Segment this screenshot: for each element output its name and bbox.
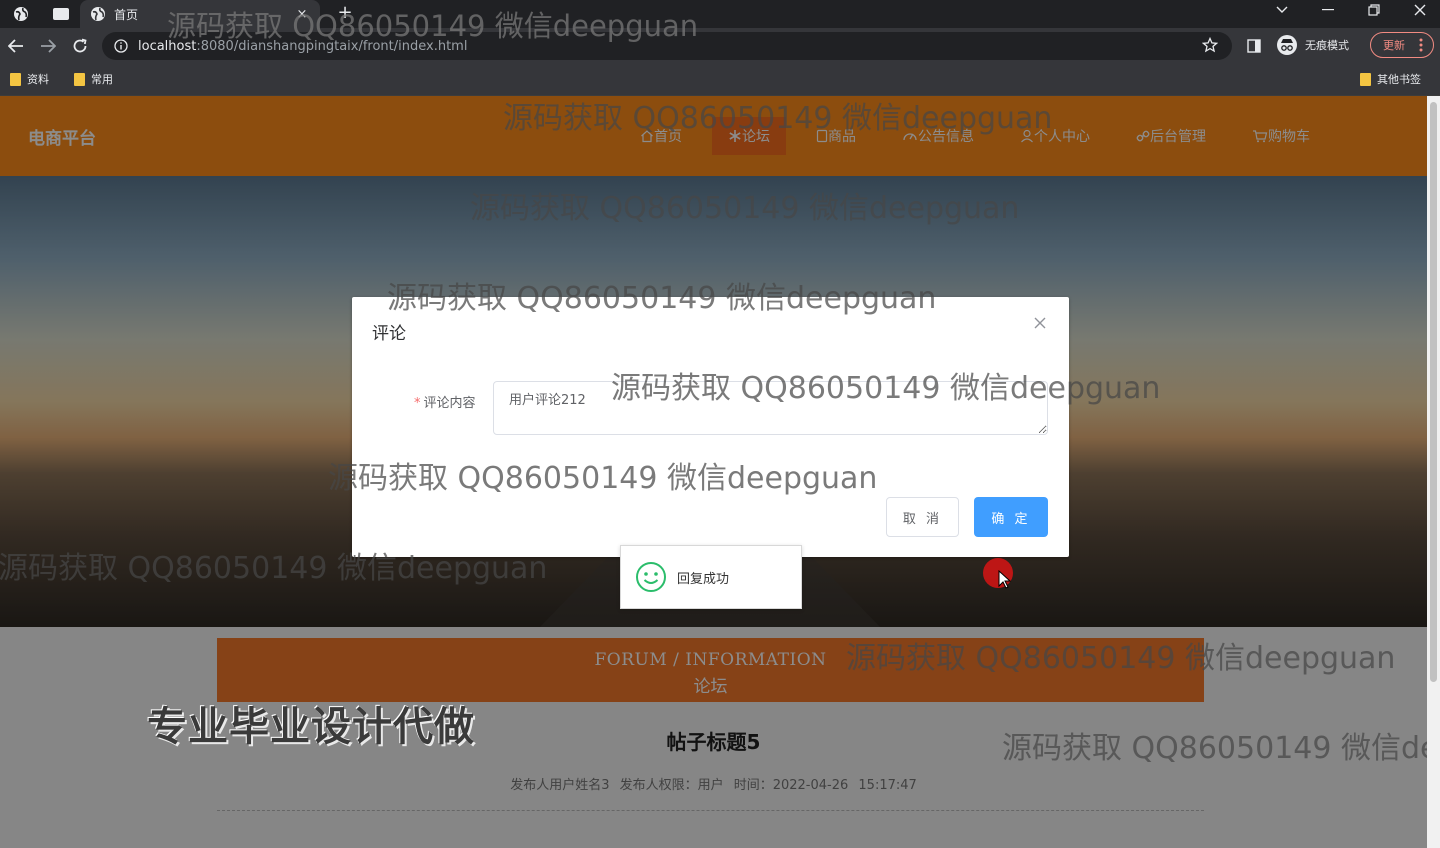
- toast-message: 回复成功: [677, 571, 730, 587]
- bookmark-label: 其他书签: [1377, 73, 1421, 86]
- tab-title: 首页: [114, 7, 139, 22]
- page-scrollbar[interactable]: [1427, 96, 1440, 848]
- bookmark-folder-other[interactable]: 其他书签: [1360, 71, 1421, 87]
- tab-group-icon[interactable]: [50, 3, 72, 25]
- cancel-button[interactable]: 取 消: [886, 497, 959, 537]
- incognito-label: 无痕模式: [1305, 39, 1349, 52]
- tab-home[interactable]: 首页 ×: [80, 0, 320, 28]
- mouse-cursor-icon: [998, 570, 1012, 590]
- incognito-icon: [1276, 34, 1298, 56]
- comment-dialog: 评论 * 评论内容 用户评论212 取 消 确 定: [352, 297, 1069, 557]
- new-tab-button[interactable]: +: [335, 2, 355, 23]
- globe-icon[interactable]: [10, 3, 32, 25]
- comment-label-text: 评论内容: [423, 396, 476, 411]
- update-label: 更新: [1383, 39, 1405, 52]
- bookmark-label: 常用: [91, 73, 113, 86]
- forward-icon[interactable]: [38, 36, 58, 56]
- promo-watermark: 专业毕业设计代做: [147, 704, 475, 750]
- scrollbar-thumb[interactable]: [1430, 102, 1437, 682]
- bookmark-folder-common[interactable]: 常用: [74, 71, 113, 87]
- info-icon[interactable]: [114, 39, 128, 53]
- globe-icon: [90, 6, 106, 22]
- bookmarks-bar: 资料 常用 其他书签: [0, 64, 1440, 96]
- web-page: 电商平台 首页 论坛 商品 公告信息 个人中心 后台管理 购物车 FORUM /…: [0, 96, 1427, 848]
- url-host: localhost: [138, 38, 197, 54]
- tab-search-icon[interactable]: [1262, 0, 1302, 20]
- close-icon[interactable]: [1032, 315, 1048, 331]
- url-path: :8080/dianshangpingtaix/front/index.html: [196, 38, 468, 54]
- confirm-button[interactable]: 确 定: [974, 497, 1048, 537]
- window-close-icon[interactable]: [1400, 0, 1440, 20]
- folder-icon: [1360, 72, 1371, 86]
- smiley-icon: [635, 561, 667, 593]
- folder-icon: [74, 72, 85, 86]
- update-button[interactable]: 更新: [1370, 32, 1434, 58]
- bookmark-folder-resources[interactable]: 资料: [10, 71, 49, 87]
- folder-icon: [10, 72, 21, 86]
- comment-textarea[interactable]: 用户评论212: [493, 381, 1048, 435]
- browser-toolbar: localhost:8080/dianshangpingtaix/front/i…: [0, 28, 1440, 64]
- comment-field-label: * 评论内容: [414, 392, 476, 411]
- bookmark-label: 资料: [27, 73, 49, 86]
- tab-close-button[interactable]: ×: [294, 7, 310, 22]
- minimize-icon[interactable]: [1308, 0, 1348, 20]
- dialog-title: 评论: [372, 324, 406, 344]
- restore-icon[interactable]: [1354, 0, 1394, 20]
- incognito-indicator[interactable]: 无痕模式: [1276, 34, 1349, 56]
- side-panel-icon[interactable]: [1244, 36, 1264, 56]
- required-mark: *: [414, 396, 421, 411]
- back-icon[interactable]: [6, 36, 26, 56]
- menu-dots-icon: [1419, 38, 1423, 52]
- address-bar[interactable]: localhost:8080/dianshangpingtaix/front/i…: [102, 32, 1232, 60]
- browser-tab-strip: 首页 × +: [0, 0, 1440, 28]
- success-toast: 回复成功: [620, 545, 802, 609]
- reload-icon[interactable]: [70, 36, 90, 56]
- bookmark-star-icon[interactable]: [1202, 37, 1220, 55]
